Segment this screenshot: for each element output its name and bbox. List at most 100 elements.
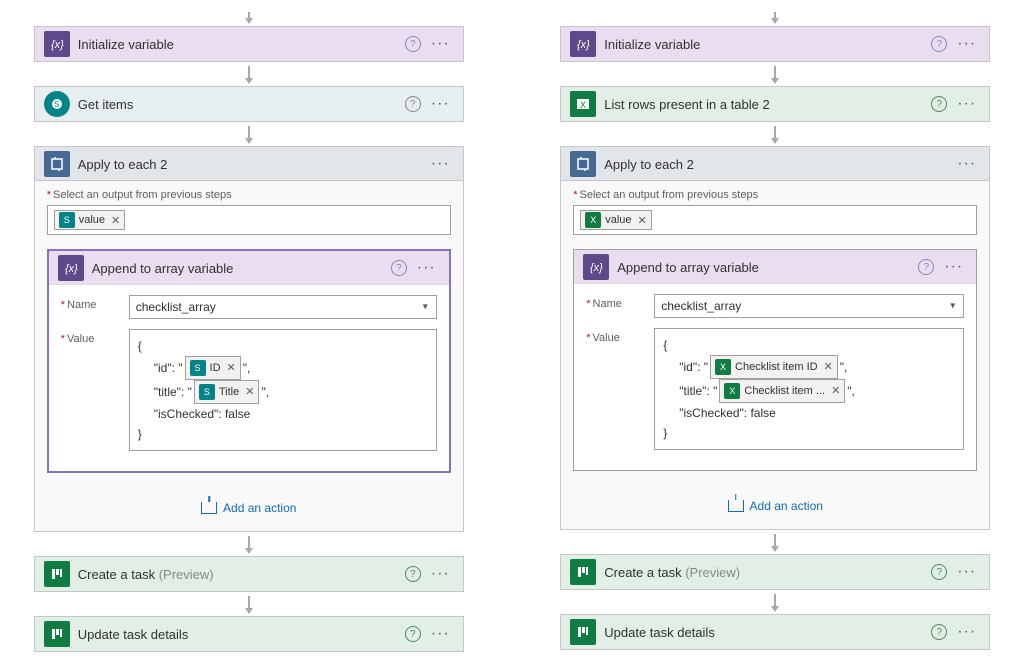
more-menu[interactable]: ··· [427,565,454,583]
remove-token[interactable]: ✕ [824,357,833,377]
help-icon[interactable]: ? [391,260,407,276]
token-id[interactable]: SID✕ [185,356,241,380]
action-title: Create a task (Preview) [604,565,923,580]
planner-icon [570,619,596,645]
token-label: value [79,214,105,226]
more-menu[interactable]: ··· [953,95,980,113]
loop-icon [44,151,70,177]
remove-token[interactable]: ✕ [245,382,254,402]
prev-steps-input[interactable]: S value ✕ [47,205,451,235]
add-action-button[interactable]: Add an action [47,501,451,515]
variable-icon: {x} [44,31,70,57]
help-icon[interactable]: ? [405,566,421,582]
action-append-to-array: {x} Append to array variable ? ··· Name [573,249,977,471]
help-icon[interactable]: ? [931,36,947,52]
help-icon[interactable]: ? [931,624,947,640]
more-menu[interactable]: ··· [953,623,980,641]
add-icon [728,500,744,512]
excel-icon: X [715,359,731,375]
action-initialize-variable[interactable]: {x} Initialize variable ? ··· [34,26,464,62]
action-apply-to-each: Apply to each 2 ··· Select an output fro… [560,146,990,530]
more-menu[interactable]: ··· [427,95,454,113]
more-menu[interactable]: ··· [427,35,454,53]
connector-arrow [774,534,776,550]
append-header[interactable]: {x} Append to array variable ? ··· [574,250,976,284]
remove-token[interactable]: ✕ [831,381,840,401]
connector-arrow [248,66,250,82]
action-title: Initialize variable [78,37,397,52]
token-checklist-title[interactable]: XChecklist item ...✕ [719,379,845,403]
svg-text:{x}: {x} [65,263,78,275]
sharepoint-icon: S [190,360,206,376]
action-update-task-details[interactable]: Update task details ? ··· [560,614,990,650]
action-get-items[interactable]: S Get items ? ··· [34,86,464,122]
token-label: value [605,214,631,226]
add-action-button[interactable]: Add an action [573,499,977,513]
connector-arrow [774,66,776,82]
token-value[interactable]: X value ✕ [580,210,652,230]
loop-header[interactable]: Apply to each 2 ··· [35,147,463,181]
connector-arrow [774,126,776,142]
name-value: checklist_array [136,300,216,314]
svg-text:{x}: {x} [590,262,603,274]
action-create-task[interactable]: Create a task (Preview) ? ··· [34,556,464,592]
more-menu[interactable]: ··· [427,625,454,643]
connector-arrow [248,12,250,22]
excel-icon: X [585,212,601,228]
planner-icon [44,561,70,587]
action-title: Update task details [604,625,923,640]
help-icon[interactable]: ? [918,259,934,275]
name-label: Name [586,294,644,314]
more-menu[interactable]: ··· [940,258,967,276]
sharepoint-icon: S [199,384,215,400]
svg-text:S: S [54,100,59,109]
action-title: Apply to each 2 [604,157,945,172]
action-list-rows[interactable]: X List rows present in a table 2 ? ··· [560,86,990,122]
prev-steps-input[interactable]: X value ✕ [573,205,977,235]
help-icon[interactable]: ? [931,96,947,112]
help-icon[interactable]: ? [405,626,421,642]
value-label: Value [586,328,644,446]
connector-arrow [248,126,250,142]
more-menu[interactable]: ··· [413,259,440,277]
add-icon [201,502,217,514]
more-menu[interactable]: ··· [427,155,454,173]
token-value[interactable]: S value ✕ [54,210,126,230]
add-action-label: Add an action [223,501,296,515]
name-label: Name [61,295,119,315]
token-title[interactable]: STitle✕ [194,380,260,404]
remove-token[interactable]: ✕ [638,214,647,227]
more-menu[interactable]: ··· [953,155,980,173]
variable-icon: {x} [58,255,84,281]
more-menu[interactable]: ··· [953,35,980,53]
value-input[interactable]: { "id": " SID✕ ", "title": " STitle✕ ", … [129,329,437,451]
action-append-to-array: {x} Append to array variable ? ··· Name [47,249,451,473]
svg-text:{x}: {x} [577,39,590,51]
name-select[interactable]: checklist_array [129,295,437,319]
help-icon[interactable]: ? [405,36,421,52]
append-header[interactable]: {x} Append to array variable ? ··· [49,251,449,285]
loop-icon [570,151,596,177]
connector-arrow [248,536,250,552]
action-create-task[interactable]: Create a task (Preview) ? ··· [560,554,990,590]
variable-icon: {x} [583,254,609,280]
remove-token[interactable]: ✕ [111,214,120,227]
action-title: Append to array variable [92,261,383,276]
name-value: checklist_array [661,299,741,313]
name-select[interactable]: checklist_array [654,294,964,318]
loop-header[interactable]: Apply to each 2 ··· [561,147,989,181]
help-icon[interactable]: ? [405,96,421,112]
flow-left: {x} Initialize variable ? ··· S Get item… [8,8,490,652]
planner-icon [44,621,70,647]
remove-token[interactable]: ✕ [227,358,236,378]
value-input[interactable]: { "id": " XChecklist item ID✕ ", "title"… [654,328,964,450]
svg-text:{x}: {x} [51,39,64,51]
action-update-task-details[interactable]: Update task details ? ··· [34,616,464,652]
action-title: List rows present in a table 2 [604,97,923,112]
token-checklist-id[interactable]: XChecklist item ID✕ [710,355,838,379]
help-icon[interactable]: ? [931,564,947,580]
prev-steps-label: Select an output from previous steps [573,189,977,201]
more-menu[interactable]: ··· [953,563,980,581]
action-initialize-variable[interactable]: {x} Initialize variable ? ··· [560,26,990,62]
sharepoint-icon: S [44,91,70,117]
